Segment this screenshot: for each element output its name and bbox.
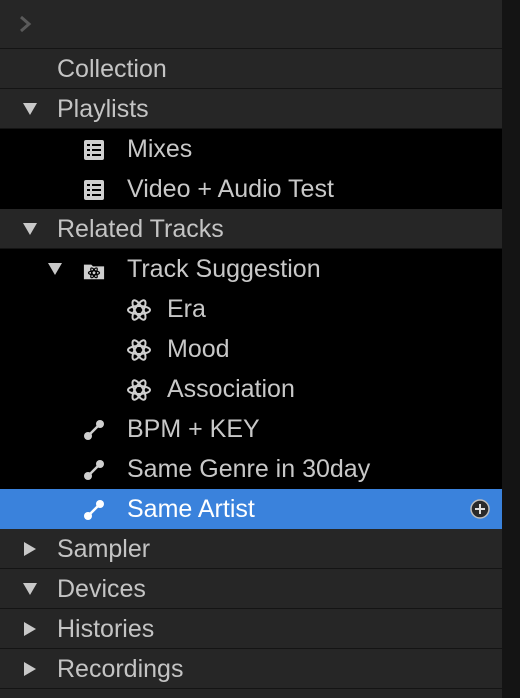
expanded-triangle-icon[interactable]: [23, 103, 37, 115]
related-link-icon: [84, 500, 104, 520]
tree-item-devices[interactable]: Devices: [0, 569, 502, 609]
tree-item-label: Same Artist: [127, 495, 255, 523]
tree-item-label: Same Genre in 30day: [127, 455, 371, 483]
tree-item-label: Playlists: [57, 95, 149, 123]
tree-item-era[interactable]: Era: [0, 289, 502, 329]
tree-item-label: Association: [167, 375, 295, 403]
tree-item-bpm-key[interactable]: BPM + KEY: [0, 409, 502, 449]
playlist-icon: [84, 180, 104, 200]
tree-item-mixes[interactable]: Mixes: [0, 129, 502, 169]
scrollbar[interactable]: [502, 0, 520, 698]
tree-item-mood[interactable]: Mood: [0, 329, 502, 369]
related-link-icon: [84, 420, 104, 440]
tree-item-label: Histories: [57, 615, 155, 643]
tree-item-label: Video + Audio Test: [127, 175, 334, 203]
tree-item-label: Mood: [167, 335, 230, 363]
tree-item-label: BPM + KEY: [127, 415, 260, 443]
tree-item-playlists[interactable]: Playlists: [0, 89, 502, 129]
atom-icon: [127, 299, 151, 321]
tree-item-label: Collection: [57, 55, 167, 83]
expanded-triangle-icon[interactable]: [48, 263, 62, 275]
atom-icon: [127, 339, 151, 361]
tree-item-recordings[interactable]: Recordings: [0, 649, 502, 689]
collapsed-triangle-icon[interactable]: [24, 622, 36, 636]
atom-icon: [127, 379, 151, 401]
playlist-icon: [84, 140, 104, 160]
tree-item-same-artist[interactable]: Same Artist: [0, 489, 502, 529]
tree-item-sampler[interactable]: Sampler: [0, 529, 502, 569]
tree-item-label: Recordings: [57, 655, 184, 683]
related-link-icon: [84, 460, 104, 480]
tree-item-label: Era: [167, 295, 206, 323]
tree-item-histories[interactable]: Histories: [0, 609, 502, 649]
expanded-triangle-icon[interactable]: [23, 223, 37, 235]
chevron-right-icon[interactable]: [18, 14, 32, 34]
sidebar-header: [0, 0, 502, 49]
browser-sidebar: Collection Playlists Mixes Video + Audio…: [0, 0, 502, 698]
tree-item-label: Related Tracks: [57, 215, 224, 243]
tree-item-association[interactable]: Association: [0, 369, 502, 409]
collapsed-triangle-icon[interactable]: [24, 662, 36, 676]
tree-item-label: Sampler: [57, 535, 151, 563]
tree-item-label: Track Suggestion: [127, 255, 321, 283]
tree-item-label: Mixes: [127, 135, 193, 163]
tree-item-related-tracks[interactable]: Related Tracks: [0, 209, 502, 249]
tree-item-track-suggestion[interactable]: Track Suggestion: [0, 249, 502, 289]
tree-item-same-genre[interactable]: Same Genre in 30day: [0, 449, 502, 489]
expanded-triangle-icon[interactable]: [23, 583, 37, 595]
collapsed-triangle-icon[interactable]: [24, 542, 36, 556]
tree-item-label: Devices: [57, 575, 146, 603]
tree-item-video-audio-test[interactable]: Video + Audio Test: [0, 169, 502, 209]
tree-item-collection[interactable]: Collection: [0, 49, 502, 89]
add-circle-icon[interactable]: [470, 499, 490, 519]
folder-icon: [83, 264, 105, 280]
